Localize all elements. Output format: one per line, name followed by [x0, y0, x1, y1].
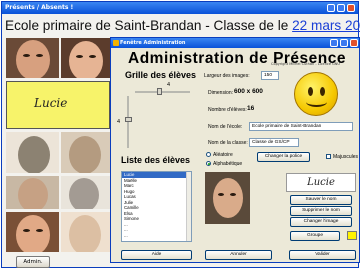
maximize-icon[interactable]: [340, 39, 348, 47]
cancel-button[interactable]: Annuler: [205, 250, 272, 260]
image-width-label: Largeur des images:: [204, 73, 250, 79]
dialog-titlebar[interactable]: Fenêtre Administration: [111, 38, 359, 48]
help-button[interactable]: Aide: [121, 250, 192, 260]
sort-random-label: Aléatoire: [213, 152, 233, 158]
listbox-scrollbar[interactable]: [186, 172, 191, 241]
students-section-title: Liste des élèves: [121, 155, 191, 165]
admin-button[interactable]: Admin.: [16, 256, 50, 268]
school-name-field[interactable]: Ecole primaire de Saint-Brandan: [249, 122, 353, 131]
student-photo-preview: [205, 172, 250, 224]
student-name-tile[interactable]: Lucie: [6, 81, 110, 129]
student-name-preview: Lucie: [286, 173, 356, 192]
sort-alphabetical-label: Alphabétique: [213, 161, 243, 167]
uppercase-label: Majuscules: [333, 154, 359, 160]
delete-name-button[interactable]: Supprimer le nom: [290, 206, 352, 216]
student-count-value: 16: [247, 105, 255, 112]
school-name-label: Nom de l'école:: [208, 124, 243, 130]
uppercase-checkbox[interactable]: [326, 154, 331, 159]
student-list-item[interactable]: ...: [122, 233, 191, 239]
grid-rows-value: 4: [117, 119, 121, 125]
grid-columns-value: 4: [167, 82, 171, 88]
image-width-field[interactable]: 150: [261, 71, 279, 80]
sort-random-radio[interactable]: [206, 152, 211, 157]
dimension-value: 600 x 600: [234, 88, 263, 95]
header-text: Ecole primaire de Saint-Brandan - Classe…: [5, 18, 293, 33]
columns-slider[interactable]: [135, 91, 190, 93]
administration-dialog: Fenêtre Administration Administration de…: [110, 37, 360, 263]
student-photo-tile[interactable]: [6, 212, 59, 252]
change-image-button[interactable]: Changer l'image: [290, 217, 352, 227]
class-name-label: Nom de la classe:: [208, 140, 248, 146]
copyright-notice: Copyright Michel Cuthan - Licence GNU: [271, 62, 340, 66]
school-class-header: Ecole primaire de Saint-Brandan - Classe…: [5, 18, 360, 33]
dialog-title: Fenêtre Administration: [120, 40, 186, 46]
rows-slider[interactable]: [127, 96, 129, 148]
minimize-icon[interactable]: [330, 39, 338, 47]
grid-section-title: Grille des élèves: [125, 70, 197, 80]
background-titlebar[interactable]: Présents / Absents !: [2, 2, 358, 14]
group-button[interactable]: Groupe: [290, 231, 340, 241]
sort-alphabetical-radio[interactable]: [206, 161, 211, 166]
student-photo-tile[interactable]: [6, 38, 59, 78]
student-photo-tile[interactable]: [61, 176, 110, 209]
close-icon[interactable]: [350, 39, 358, 47]
validate-button[interactable]: Valider: [289, 250, 356, 260]
tile-student-name: Lucie: [34, 96, 68, 110]
maximize-icon[interactable]: [337, 4, 345, 12]
student-count-label: Nombre d'élèves:: [208, 107, 247, 113]
smiley-icon: [294, 72, 338, 116]
header-date[interactable]: 22 mars 2009: [292, 18, 360, 33]
background-window-title: Présents / Absents !: [5, 4, 74, 11]
student-photo-tile[interactable]: [61, 212, 110, 252]
dimension-label: Dimension:: [208, 90, 234, 96]
students-listbox[interactable]: Lucie Maëlle Marc Hugo Lucas Julie Camille Elsa…: [121, 171, 192, 242]
change-font-button[interactable]: Changer la police: [257, 152, 310, 162]
group-color-swatch[interactable]: [347, 231, 357, 240]
student-photo-tile[interactable]: [61, 132, 110, 173]
class-name-field[interactable]: Classe de GS/CP: [249, 138, 299, 147]
student-photo-tile[interactable]: [61, 38, 110, 78]
save-name-button[interactable]: Sauver le nom: [290, 195, 352, 205]
app-icon: [113, 40, 119, 46]
close-icon[interactable]: [347, 4, 355, 12]
minimize-icon[interactable]: [327, 4, 335, 12]
student-photo-tile[interactable]: [6, 176, 59, 209]
columns-slider-thumb[interactable]: [157, 88, 162, 95]
rows-slider-thumb[interactable]: [125, 117, 132, 122]
student-photo-tile[interactable]: [6, 132, 59, 173]
